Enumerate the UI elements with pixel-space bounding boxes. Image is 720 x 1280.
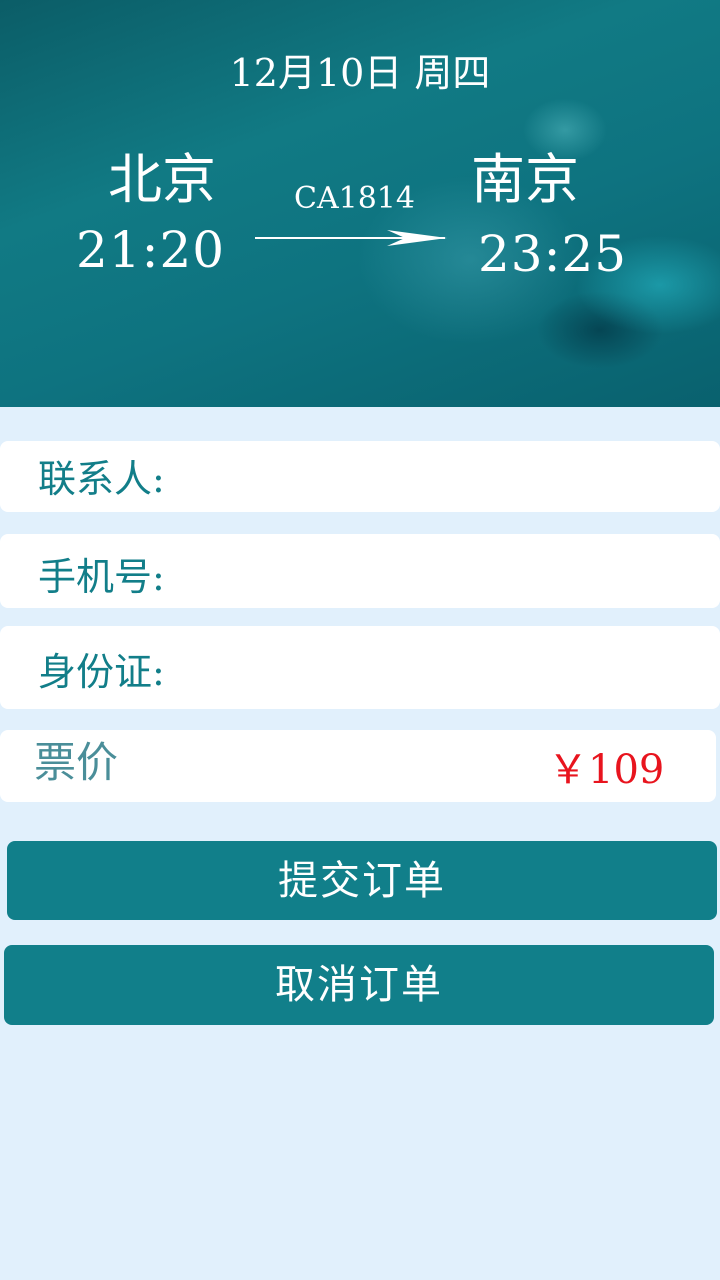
phone-label: 手机号: (38, 555, 165, 599)
flight-header: 12月10日 周四 北京 21:20 CA1814 南京 23:25 (0, 0, 720, 407)
arrival-city: 南京 (471, 148, 579, 211)
price-label: 票价 (34, 738, 119, 787)
cancel-order-button[interactable]: 取消订单 (4, 945, 714, 1025)
submit-order-button[interactable]: 提交订单 (7, 841, 717, 920)
id-row: 身份证: (0, 626, 720, 709)
contact-input[interactable] (190, 455, 710, 501)
arrival-time: 23:25 (478, 225, 628, 283)
flight-number: CA1814 (294, 181, 415, 216)
phone-row: 手机号: (0, 534, 720, 608)
contact-row: 联系人: (0, 441, 720, 512)
departure-city: 北京 (108, 148, 216, 211)
flight-date: 12月10日 周四 (229, 51, 491, 95)
arrow-right-icon (255, 230, 447, 246)
contact-label: 联系人: (38, 457, 165, 501)
id-label: 身份证: (38, 650, 165, 694)
phone-input[interactable] (190, 550, 710, 596)
id-input[interactable] (190, 646, 710, 692)
price-value: ￥109 (548, 747, 665, 793)
price-row: 票价 ￥109 (0, 730, 716, 802)
departure-time: 21:20 (76, 221, 226, 279)
